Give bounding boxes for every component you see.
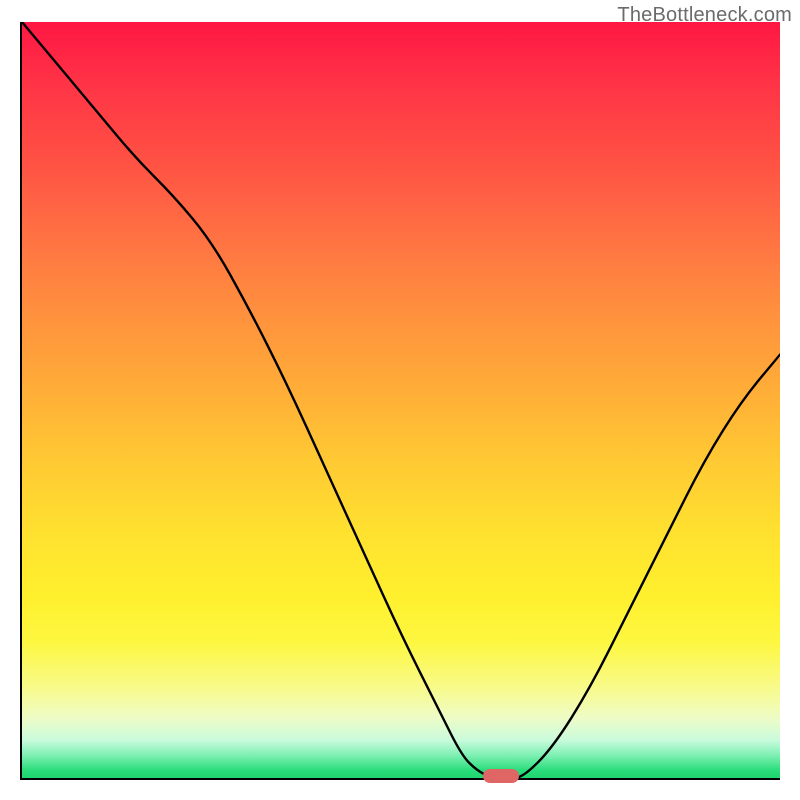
plot-area xyxy=(20,22,780,780)
bottleneck-chart: TheBottleneck.com xyxy=(0,0,800,800)
bottleneck-marker xyxy=(483,769,519,783)
bottleneck-curve xyxy=(22,22,780,778)
